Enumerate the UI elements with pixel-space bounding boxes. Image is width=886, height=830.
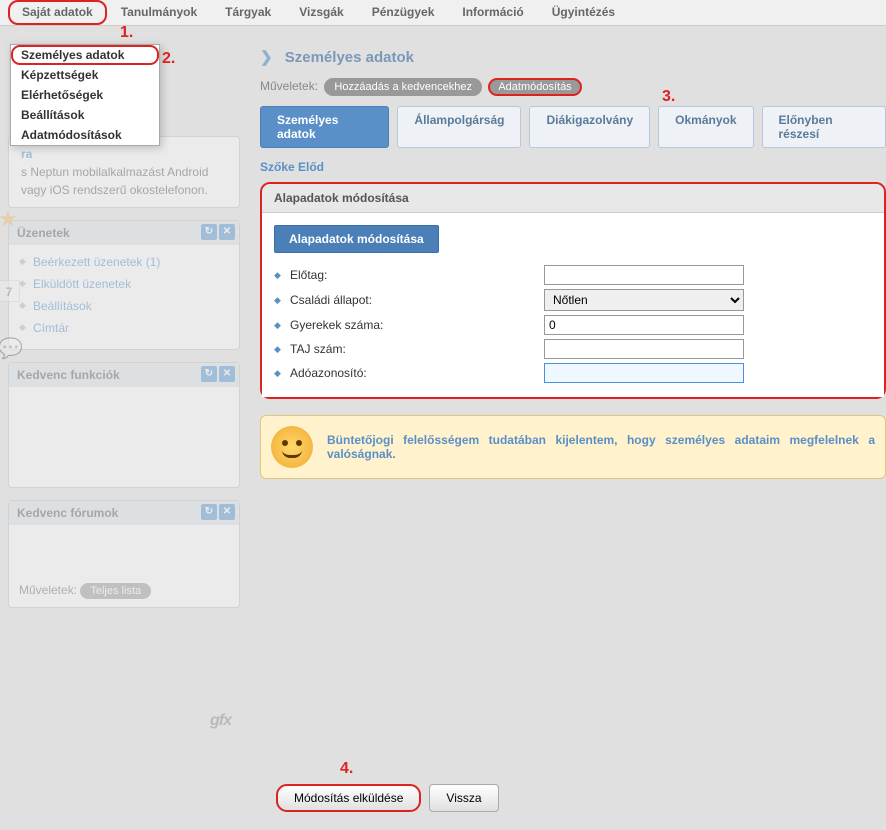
prefix-input[interactable] [544,265,744,285]
modify-data-button[interactable]: Adatmódosítás [488,78,581,96]
student-name: Szőke Előd [260,156,886,178]
dropdown-adatmodositasok[interactable]: Adatmódosítások [11,125,159,145]
phone-widget: ra s Neptun mobilalkalmazást Android vag… [8,136,240,208]
bottom-bar: Módosítás elküldése Vissza [276,784,499,812]
inner-tab-alapadatok[interactable]: Alapadatok módosítása [274,225,439,253]
close-icon[interactable]: ✕ [219,504,235,520]
prefix-label: Előtag: [274,268,544,282]
footer-brand: gfx [210,712,231,730]
dropdown-szemelyes-adatok[interactable]: Személyes adatok [11,45,159,65]
refresh-icon[interactable]: ↻ [201,366,217,382]
refresh-icon[interactable]: ↻ [201,504,217,520]
notice-text: Büntetőjogi felelősségem tudatában kijel… [327,433,875,461]
sidebar-settings[interactable]: Beállítások [19,295,229,317]
nav-tanulmanyok[interactable]: Tanulmányok [107,0,211,25]
star-icon: ★ [0,206,18,232]
fav-forums-header: Kedvenc fórumok ↻ ✕ [9,501,239,525]
tab-okmanyok[interactable]: Okmányok [658,106,753,148]
tab-diakigazolvany[interactable]: Diákigazolvány [529,106,650,148]
marital-label: Családi állapot: [274,293,544,307]
messages-widget: Üzenetek ↻ ✕ Beérkezett üzenetek (1) Elk… [8,220,240,350]
phone-note: ra s Neptun mobilalkalmazást Android vag… [9,137,239,207]
tab-allampolgarsag[interactable]: Állampolgárság [397,106,521,148]
operations-row: Műveletek: Hozzáadás a kedvencekhez Adat… [260,74,886,106]
declaration-notice: Büntetőjogi felelősségem tudatában kijel… [260,415,886,479]
panel-title: Alapadatok módosítása [262,184,884,213]
dropdown-elerhetosegek[interactable]: Elérhetőségek [11,85,159,105]
fav-functions-widget: Kedvenc funkciók ↻ ✕ [8,362,240,488]
refresh-icon[interactable]: ↻ [201,224,217,240]
fav-forums-widget: Kedvenc fórumok ↻ ✕ Műveletek: Teljes li… [8,500,240,608]
dropdown-kepzettsegek[interactable]: Képzettségek [11,65,159,85]
children-label: Gyerekek száma: [274,318,544,332]
taj-label: TAJ szám: [274,342,544,356]
chevron-right-icon: ❯ [260,49,273,66]
fav-functions-header: Kedvenc funkciók ↻ ✕ [9,363,239,387]
tax-input[interactable] [544,363,744,383]
smiley-icon [271,426,313,468]
annotation-1: 1. [120,24,133,42]
full-list-button[interactable]: Teljes lista [80,583,151,599]
sidebar-directory[interactable]: Címtár [19,317,229,339]
nav-targyak[interactable]: Tárgyak [211,0,285,25]
sidebar-sent[interactable]: Elküldött üzenetek [19,273,229,295]
main-content: ❯ Személyes adatok Műveletek: Hozzáadás … [240,26,886,620]
messages-header: Üzenetek ↻ ✕ [9,221,239,245]
edit-panel: Alapadatok módosítása Alapadatok módosít… [260,182,886,399]
submit-button[interactable]: Módosítás elküldése [276,784,421,812]
annotation-3: 3. [662,88,675,106]
nav-vizsgak[interactable]: Vizsgák [285,0,357,25]
tab-szemelyes-adatok[interactable]: Személyes adatok [260,106,389,148]
tab-row: Személyes adatok Állampolgárság Diákigaz… [260,106,886,148]
annotation-4: 4. [340,760,353,778]
top-nav: Saját adatok Tanulmányok Tárgyak Vizsgák… [0,0,886,26]
nav-ugyintezes[interactable]: Ügyintézés [538,0,629,25]
tax-label: Adóazonosító: [274,366,544,380]
nav-informacio[interactable]: Információ [448,0,537,25]
tab-elonyben[interactable]: Előnyben részesí [762,106,886,148]
dropdown-beallitasok[interactable]: Beállítások [11,105,159,125]
marital-select[interactable]: Nőtlen [544,289,744,311]
taj-input[interactable] [544,339,744,359]
nav-sajat-adatok[interactable]: Saját adatok [8,0,107,25]
close-icon[interactable]: ✕ [219,366,235,382]
sajat-adatok-dropdown: Személyes adatok Képzettségek Elérhetősé… [10,44,160,146]
children-input[interactable] [544,315,744,335]
breadcrumb: ❯ Személyes adatok [260,40,886,74]
back-button[interactable]: Vissza [429,784,498,812]
sidebar-inbox[interactable]: Beérkezett üzenetek (1) [19,251,229,273]
calendar-icon: 7 [0,280,20,302]
nav-penzugyek[interactable]: Pénzügyek [358,0,449,25]
add-favorite-button[interactable]: Hozzáadás a kedvencekhez [324,78,482,96]
speech-icon: 💬 [0,336,23,361]
close-icon[interactable]: ✕ [219,224,235,240]
annotation-2: 2. [162,50,175,68]
